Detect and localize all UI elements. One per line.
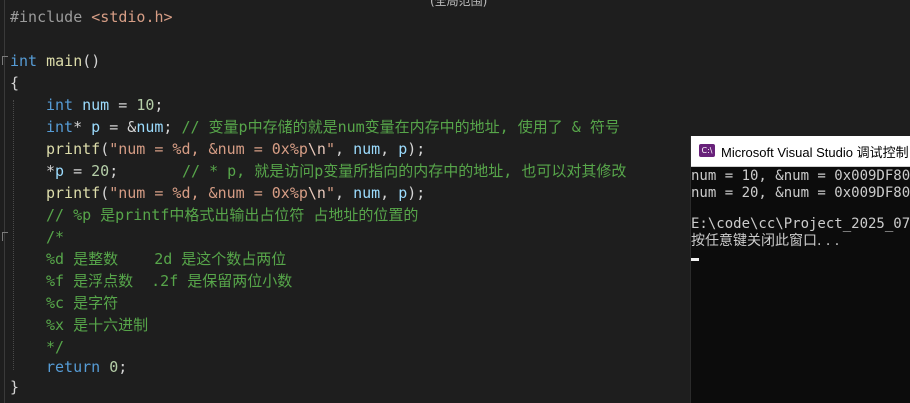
punctuation: , <box>380 184 399 202</box>
code-line-comment-p[interactable]: // %p 是printf中格式出输出占位符 占地址的位置的 <box>46 204 418 226</box>
punctuation: ; <box>163 118 182 136</box>
string-literal: "num = %d, &num = 0x%p <box>109 140 308 158</box>
string-literal: "num = %d, &num = 0x%p <box>109 184 308 202</box>
console-title-bar[interactable]: C:\ Microsoft Visual Studio 调试控制台 <box>691 136 910 167</box>
debug-console-window[interactable]: C:\ Microsoft Visual Studio 调试控制台 num = … <box>690 136 910 403</box>
punctuation: ); <box>407 184 426 202</box>
punctuation: ( <box>100 140 110 158</box>
operator: = <box>64 162 92 180</box>
operator: * <box>46 162 56 180</box>
console-output-line: E:\code\cc\Project_2025_07_1 <box>691 216 910 232</box>
console-output-line: num = 20, &num = 0x009DF804 <box>691 185 910 201</box>
console-cursor <box>691 258 699 261</box>
fold-toggle-comment-block[interactable] <box>2 232 8 241</box>
include-directive: #include <box>10 8 83 26</box>
punctuation: ; <box>154 96 164 114</box>
fold-toggle-main[interactable] <box>2 56 8 65</box>
operator: = <box>109 96 137 114</box>
escape-sequence: \n <box>307 140 326 158</box>
include-header: <stdio.h> <box>91 8 173 26</box>
number-literal: 0 <box>109 358 119 376</box>
keyword: return <box>46 358 101 376</box>
code-line-open-brace[interactable]: { <box>10 72 19 94</box>
code-line-close-brace[interactable]: } <box>10 376 19 398</box>
code-line-pointer-decl[interactable]: int* p = &num; // 变量p中存储的就是num变量在内存中的地址,… <box>46 116 620 138</box>
code-line-comment-x[interactable]: %x 是十六进制 <box>46 314 148 336</box>
code-line-printf-1[interactable]: printf("num = %d, &num = 0x%p\n", num, p… <box>46 138 425 160</box>
identifier: num <box>136 118 164 136</box>
escape-sequence: \n <box>307 184 326 202</box>
console-output-line: 按任意键关闭此窗口. . . <box>691 233 840 249</box>
identifier: num <box>353 184 381 202</box>
string-literal: " <box>325 140 335 158</box>
punctuation: ); <box>407 140 426 158</box>
console-app-icon: C:\ <box>699 144 715 157</box>
identifier: p <box>91 118 101 136</box>
keyword: int <box>46 96 74 114</box>
string-literal: " <box>325 184 335 202</box>
identifier: p <box>398 184 408 202</box>
code-line-return[interactable]: return 0; <box>46 356 127 378</box>
punctuation: , <box>380 140 399 158</box>
punctuation: ( <box>100 184 110 202</box>
punctuation: , <box>335 140 354 158</box>
function-name: printf <box>46 140 101 158</box>
identifier: p <box>398 140 408 158</box>
code-line-int-num[interactable]: int num = 10; <box>46 94 163 116</box>
brace: } <box>10 378 20 396</box>
keyword: int <box>46 118 74 136</box>
console-output-line: num = 10, &num = 0x009DF804 <box>691 168 910 184</box>
identifier: num <box>353 140 381 158</box>
code-line-block-comment-close[interactable]: */ <box>46 336 64 358</box>
indent-guide <box>13 100 14 370</box>
code-line-1[interactable]: #include <stdio.h> <box>10 6 173 28</box>
punctuation: ; <box>109 162 119 180</box>
punctuation: ; <box>118 358 128 376</box>
function-name: printf <box>46 184 101 202</box>
punctuation: () <box>82 52 101 70</box>
code-line-comment-c[interactable]: %c 是字符 <box>46 292 118 314</box>
code-line-main[interactable]: int main() <box>10 50 100 72</box>
identifier: p <box>55 162 65 180</box>
identifier: num <box>82 96 110 114</box>
keyword: int <box>10 52 38 70</box>
code-line-deref-assign[interactable]: *p = 20; // * p, 就是访问p变量所指向的内存中的地址, 也可以对其… <box>46 160 626 182</box>
scope-dropdown-fragment[interactable]: (全局范围) <box>430 0 487 9</box>
brace: { <box>10 74 20 92</box>
operator: = & <box>100 118 137 136</box>
code-line-comment-f[interactable]: %f 是浮点数 .2f 是保留两位小数 <box>46 270 292 292</box>
console-title: Microsoft Visual Studio 调试控制台 <box>721 145 910 160</box>
function-name: main <box>46 52 83 70</box>
number-literal: 20 <box>91 162 110 180</box>
comment: // 变量p中存储的就是num变量在内存中的地址, 使用了 & 符号 <box>181 118 620 136</box>
code-line-comment-d[interactable]: %d 是整数 2d 是这个数占两位 <box>46 248 286 270</box>
comment: // * p, 就是访问p变量所指向的内存中的地址, 也可以对其修改 <box>182 162 627 180</box>
number-literal: 10 <box>136 96 155 114</box>
code-line-printf-2[interactable]: printf("num = %d, &num = 0x%p\n", num, p… <box>46 182 425 204</box>
operator: * <box>73 118 92 136</box>
punctuation: , <box>335 184 354 202</box>
code-line-block-comment-open[interactable]: /* <box>46 226 64 248</box>
